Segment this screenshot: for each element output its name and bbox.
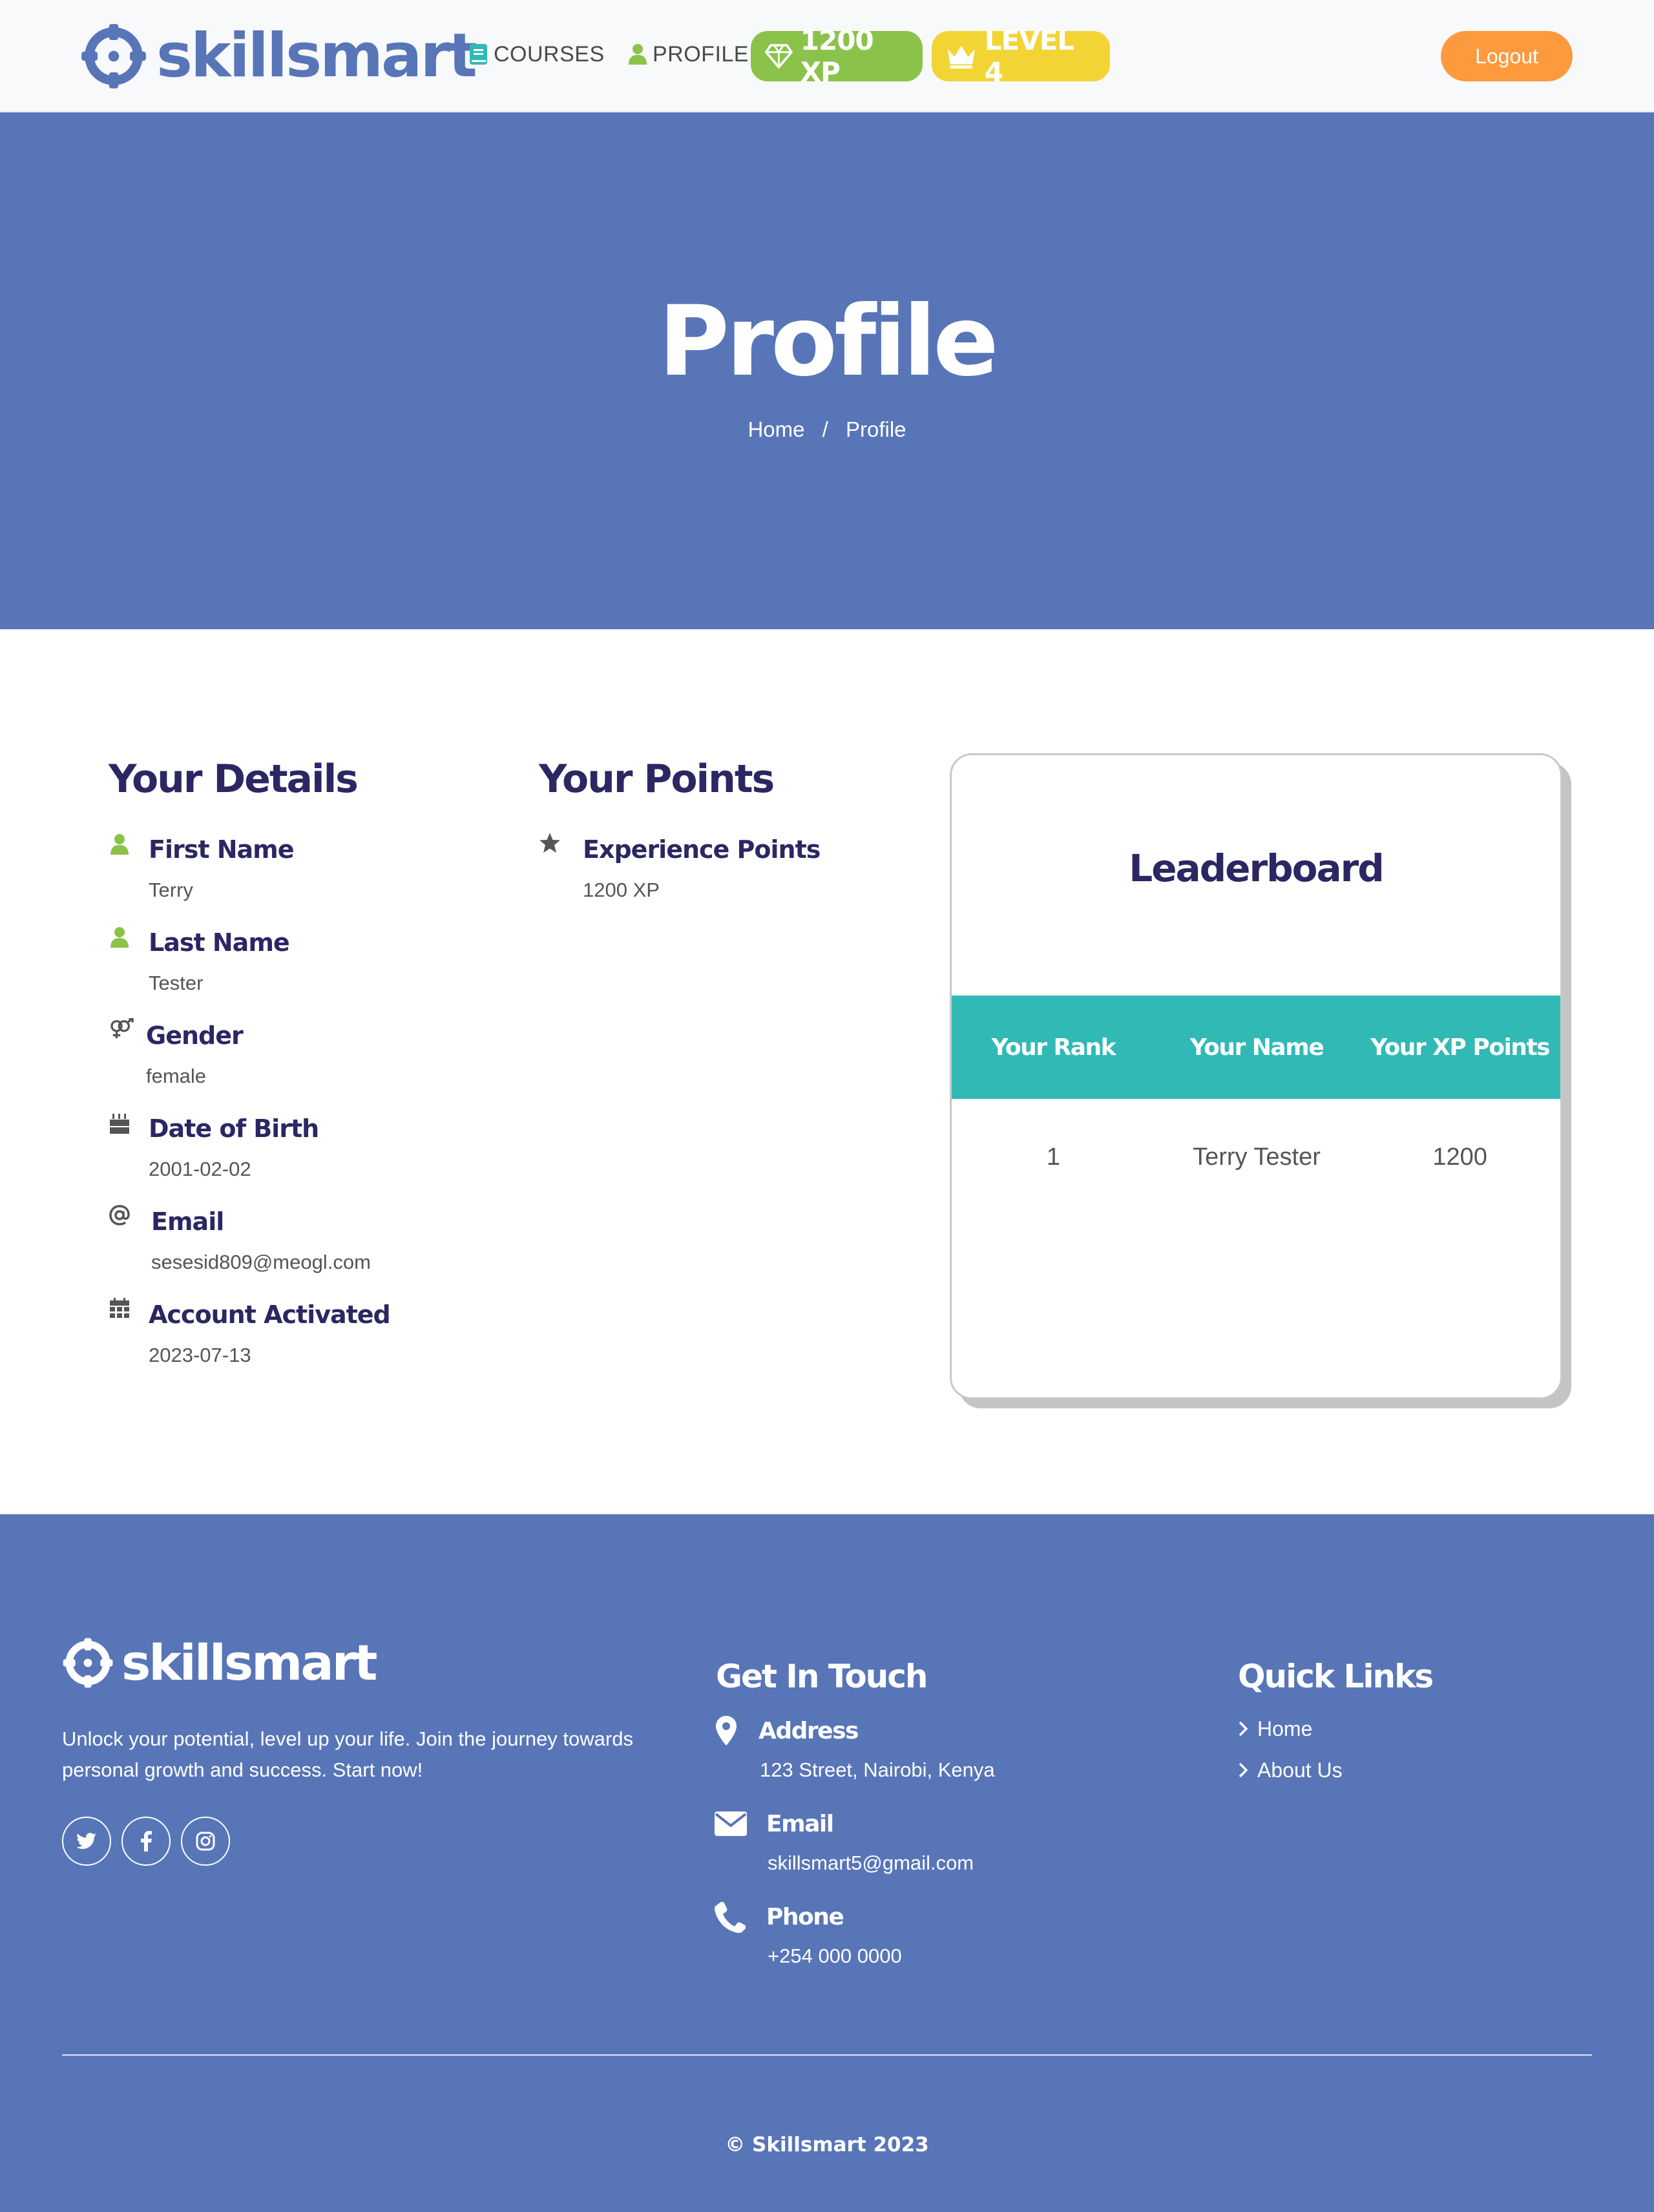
- leaderboard-title: Leaderboard: [1129, 846, 1385, 890]
- phone-icon: [715, 1902, 746, 1933]
- crosshair-logo-icon: [63, 1638, 113, 1688]
- book-icon: [470, 44, 487, 65]
- email-label: Email: [151, 1207, 224, 1236]
- email-value: skillsmart5@gmail.com: [768, 1852, 974, 1874]
- footer-brand-name: skillsmart: [121, 1634, 377, 1691]
- footer-brand-logo[interactable]: skillsmart: [62, 1634, 377, 1691]
- footer-divider: [62, 2054, 1592, 2056]
- level-badge-label: LEVEL 4: [984, 25, 1074, 88]
- navbar: skillsmart COURSES PROFILE 1200 XP LEVEL…: [0, 0, 1654, 112]
- twitter-link[interactable]: [62, 1817, 111, 1866]
- level-badge: LEVEL 4: [932, 25, 1110, 88]
- nav-courses-link[interactable]: COURSES: [469, 36, 605, 72]
- last-name-value: Tester: [149, 972, 204, 994]
- calendar-icon: [110, 1298, 129, 1318]
- user-icon: [629, 44, 647, 65]
- name-cell: Terry Tester: [1155, 1099, 1359, 1215]
- leaderboard-header-row: Your Rank Your Name Your XP Points: [952, 996, 1560, 1099]
- table-row: 1 Terry Tester 1200: [952, 1099, 1560, 1215]
- phone-value: +254 000 0000: [768, 1945, 902, 1967]
- quick-link-about[interactable]: About Us: [1238, 1760, 1343, 1780]
- breadcrumb: Home / Profile: [0, 417, 1654, 442]
- dob-label: Date of Birth: [149, 1114, 319, 1143]
- breadcrumb-separator: /: [822, 417, 828, 441]
- xp-cell: 1200: [1432, 1143, 1487, 1171]
- address-label: Address: [759, 1718, 859, 1744]
- nav-profile-link[interactable]: PROFILE: [628, 36, 749, 72]
- quick-link-home-label: Home: [1257, 1717, 1313, 1740]
- brand-name: skillsmart: [156, 21, 477, 91]
- quick-links-title: Quick Links: [1238, 1658, 1434, 1695]
- breadcrumb-current: Profile: [846, 417, 906, 441]
- account-activated-value: 2023-07-13: [149, 1344, 251, 1366]
- footer: skillsmart Unlock your potential, level …: [0, 1514, 1654, 2212]
- venus-mars-icon: [110, 1018, 134, 1039]
- user-icon: [110, 927, 129, 948]
- copyright: © Skillsmart 2023: [725, 2133, 929, 2156]
- experience-points-label: Experience Points: [583, 835, 821, 864]
- details-title: Your Details: [109, 756, 359, 802]
- star-icon: [539, 833, 560, 853]
- facebook-icon: [141, 1831, 152, 1852]
- column-header-name: Your Name: [1189, 1034, 1324, 1061]
- diamond-icon: [765, 44, 793, 68]
- twitter-icon: [76, 1833, 96, 1849]
- logout-button[interactable]: Logout: [1441, 31, 1573, 81]
- dob-value: 2001-02-02: [149, 1158, 251, 1180]
- birthday-cake-icon: [110, 1114, 129, 1134]
- chevron-right-icon: [1239, 1721, 1248, 1737]
- phone-label: Phone: [766, 1904, 844, 1930]
- crosshair-logo-icon: [81, 24, 146, 89]
- first-name-label: First Name: [149, 835, 295, 864]
- xp-badge: 1200 XP: [751, 25, 923, 88]
- map-marker-icon: [716, 1716, 737, 1746]
- chevron-right-icon: [1239, 1762, 1248, 1778]
- first-name-value: Terry: [149, 879, 193, 901]
- breadcrumb-home[interactable]: Home: [748, 417, 804, 441]
- brand-logo[interactable]: skillsmart: [80, 21, 477, 92]
- gender-label: Gender: [146, 1021, 244, 1050]
- email-value: sesesid809@meogl.com: [151, 1251, 371, 1273]
- nav-courses-label: COURSES: [494, 41, 605, 67]
- gender-value: female: [146, 1065, 207, 1087]
- leaderboard-card: Leaderboard Your Rank Your Name Your XP …: [950, 753, 1562, 1399]
- column-header-xp: Your XP Points: [1370, 1034, 1550, 1061]
- envelope-icon: [715, 1811, 747, 1836]
- crown-icon: [947, 45, 975, 69]
- page-title: Profile: [658, 286, 999, 398]
- facebook-link[interactable]: [121, 1817, 171, 1866]
- at-icon: [109, 1205, 130, 1226]
- experience-points-value: 1200 XP: [583, 879, 660, 901]
- nav-profile-label: PROFILE: [653, 41, 749, 67]
- contact-title: Get In Touch: [716, 1658, 928, 1695]
- last-name-label: Last Name: [149, 928, 290, 957]
- address-value: 123 Street, Nairobi, Kenya: [760, 1758, 995, 1781]
- email-label: Email: [766, 1811, 834, 1837]
- account-activated-label: Account Activated: [149, 1300, 391, 1329]
- page-header: Profile Home / Profile: [0, 112, 1654, 629]
- name-cell-text: Terry Tester: [1193, 1143, 1321, 1171]
- footer-tagline: Unlock your potential, level up your lif…: [62, 1727, 633, 1781]
- quick-link-home[interactable]: Home: [1238, 1718, 1312, 1739]
- user-icon: [110, 834, 129, 855]
- quick-link-about-label: About Us: [1257, 1758, 1343, 1782]
- column-header-rank: Your Rank: [991, 1034, 1116, 1061]
- instagram-link[interactable]: [181, 1817, 230, 1866]
- instagram-icon: [196, 1831, 215, 1851]
- xp-badge-label: 1200 XP: [800, 25, 874, 88]
- rank-cell: 1: [1046, 1143, 1060, 1171]
- points-title: Your Points: [539, 756, 775, 802]
